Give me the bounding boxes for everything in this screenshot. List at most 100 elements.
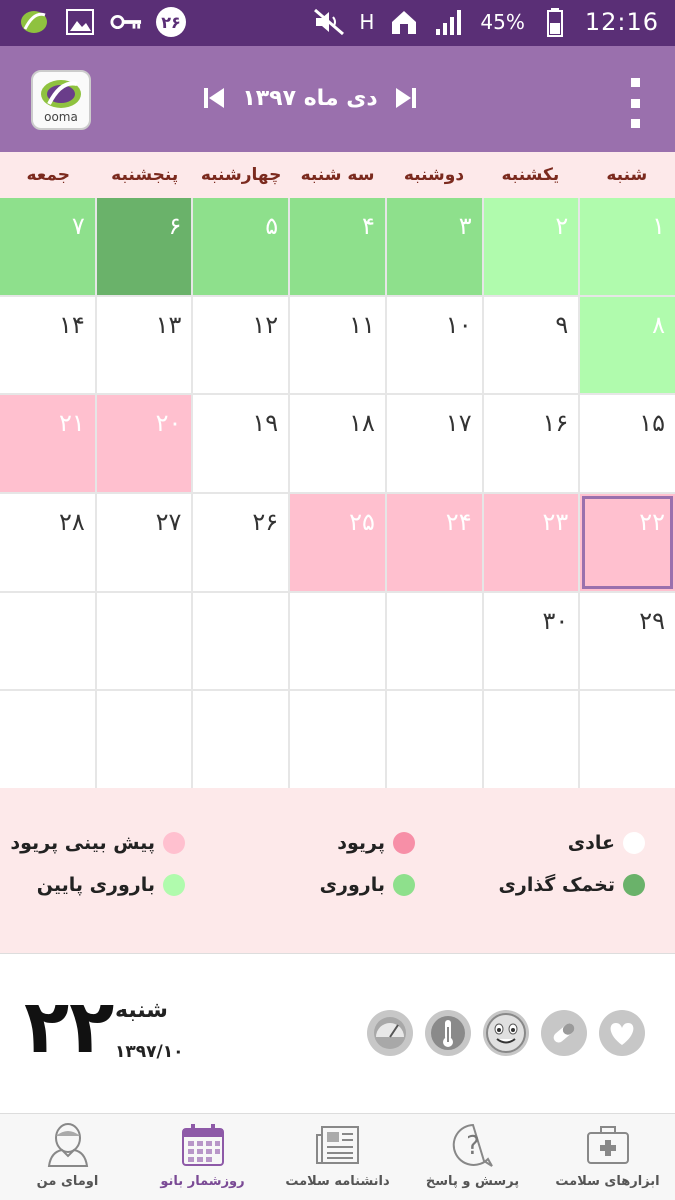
heart-icon[interactable]: [599, 1010, 645, 1056]
nav-questions[interactable]: ? پرسش و پاسخ: [405, 1114, 540, 1200]
month-title: دی ماه ۱۳۹۷: [242, 85, 378, 111]
day-number: ۱۶: [542, 409, 569, 438]
weekday-label: جمعه: [26, 165, 71, 185]
mute-icon: [313, 6, 345, 38]
calendar-empty-cell: [0, 691, 95, 788]
notification-badge: ۲۶: [156, 7, 186, 37]
menu-dot: [630, 98, 640, 108]
calendar-day-cell[interactable]: ۱۶: [483, 395, 579, 492]
legend-label: عادی: [567, 832, 615, 854]
calendar-day-cell[interactable]: ۱۴: [0, 296, 95, 394]
day-tools: [367, 1010, 645, 1056]
calendar-day-cell[interactable]: ۲۹: [580, 592, 675, 690]
app-notification-icon: [18, 6, 50, 38]
app-bar: ooma دی ماه ۱۳۹۷: [0, 46, 675, 152]
nav-health-encyclopedia[interactable]: دانشنامه سلامت: [270, 1114, 405, 1200]
weekday-label: یکشنبه: [501, 165, 560, 185]
weekday-header: شنبه یکشنبه دوشنبه سه شنبه چهارشنبه پنجش…: [0, 152, 675, 198]
calendar-day-cell[interactable]: ۷: [0, 198, 95, 295]
legend-fertility: باروری: [320, 874, 415, 896]
calendar-empty-cell: [290, 592, 385, 690]
calendar-day-cell[interactable]: ۱۹: [193, 395, 289, 492]
menu-dot: [630, 119, 640, 128]
app-logo[interactable]: ooma: [31, 70, 91, 130]
day-number: ۲۰: [155, 409, 182, 438]
weekday-label: شنبه: [606, 165, 648, 185]
leaf-icon: [41, 80, 81, 108]
day-number: ۱۹: [252, 409, 279, 438]
calendar-day-cell[interactable]: ۲۱: [0, 395, 95, 492]
legend-predicted-period: پیش بینی پریود: [10, 832, 185, 854]
weekday-label: دوشنبه: [403, 165, 465, 185]
legend-low-fertility: باروری پایین: [37, 874, 185, 896]
calendar-day-cell[interactable]: ۲۶: [193, 493, 289, 591]
calendar-day-cell[interactable]: ۱۳: [96, 296, 192, 394]
user-icon: [43, 1120, 93, 1170]
status-bar: ۲۶ H 45% 12:16: [0, 0, 675, 46]
calendar-day-cell[interactable]: ۲: [483, 198, 579, 295]
calendar-day-cell[interactable]: ۶: [96, 198, 192, 295]
nav-lady-calendar[interactable]: روزشمار بانو: [135, 1114, 270, 1200]
calendar-day-cell[interactable]: ۵: [193, 198, 289, 295]
menu-dot: [630, 78, 640, 87]
calendar-empty-cell: [0, 592, 95, 690]
nav-label: اومای من: [36, 1174, 99, 1189]
day-number: ۹: [555, 310, 569, 339]
legend-label: تخمک گذاری: [498, 874, 615, 896]
calendar: شنبه یکشنبه دوشنبه سه شنبه چهارشنبه پنجش…: [0, 152, 675, 788]
battery-percent: 45%: [480, 10, 525, 34]
calendar-day-cell[interactable]: ۳: [386, 198, 482, 295]
calendar-day-cell[interactable]: ۱۷: [386, 395, 482, 492]
weekday-label: چهارشنبه: [200, 165, 282, 185]
smiley-icon[interactable]: [483, 1010, 529, 1056]
legend-period: پریود: [337, 832, 415, 854]
calendar-day-cell[interactable]: ۱۵: [580, 395, 675, 492]
day-number: ۱۲: [252, 310, 279, 339]
calendar-day-cell[interactable]: ۳۰: [483, 592, 579, 690]
calendar-day-cell[interactable]: ۱۰: [386, 296, 482, 394]
newspaper-icon: [313, 1120, 363, 1170]
calendar-day-cell[interactable]: ۱: [580, 198, 675, 295]
calendar-day-cell[interactable]: ۱۲: [193, 296, 289, 394]
calendar-day-cell[interactable]: ۲۴: [386, 493, 482, 591]
calendar-day-cell[interactable]: ۲۸: [0, 493, 95, 591]
day-number: ۱۸: [349, 409, 375, 438]
svg-text:?: ?: [466, 1131, 480, 1161]
calendar-day-cell[interactable]: ۹: [483, 296, 579, 394]
scale-icon[interactable]: [367, 1010, 413, 1056]
nav-label: ابزارهای سلامت: [555, 1174, 660, 1189]
legend-dot: [623, 832, 645, 854]
calendar-day-cell[interactable]: ۲۵: [290, 493, 385, 591]
day-number: ۱۳: [155, 310, 182, 339]
day-number: ۱۰: [445, 310, 472, 339]
day-number: ۲۶: [252, 507, 279, 536]
calendar-empty-cell: [193, 691, 289, 788]
skip-forward-icon: [395, 88, 416, 108]
legend-dot: [393, 874, 415, 896]
calendar-day-cell[interactable]: ۴: [290, 198, 385, 295]
month-navigator: دی ماه ۱۳۹۷: [200, 76, 420, 120]
overflow-menu-button[interactable]: [625, 78, 645, 128]
day-number: ۱: [652, 212, 665, 240]
nav-my-ooma[interactable]: اومای من: [0, 1114, 135, 1200]
next-month-button[interactable]: [392, 78, 420, 118]
thermometer-icon[interactable]: [425, 1010, 471, 1056]
day-number: ۷: [71, 212, 85, 240]
calendar-day-cell[interactable]: ۱۸: [290, 395, 385, 492]
nav-label: روزشمار بانو: [160, 1174, 245, 1189]
calendar-day-cell[interactable]: ۲۲: [580, 493, 675, 591]
nav-health-tools[interactable]: ابزارهای سلامت: [540, 1114, 675, 1200]
legend-dot: [393, 832, 415, 854]
calendar-day-cell[interactable]: ۲۳: [483, 493, 579, 591]
prev-month-button[interactable]: [200, 78, 228, 118]
day-number: ۸: [652, 310, 665, 339]
weekday-label: سه شنبه: [300, 165, 375, 185]
weekday-label: پنجشنبه: [111, 165, 179, 185]
day-number: ۲۸: [58, 507, 85, 536]
calendar-day-cell[interactable]: ۱۱: [290, 296, 385, 394]
calendar-day-cell[interactable]: ۲۷: [96, 493, 192, 591]
calendar-day-cell[interactable]: ۲۰: [96, 395, 192, 492]
day-number: ۲۲: [639, 507, 665, 536]
calendar-day-cell[interactable]: ۸: [580, 296, 675, 394]
pill-icon[interactable]: [541, 1010, 587, 1056]
